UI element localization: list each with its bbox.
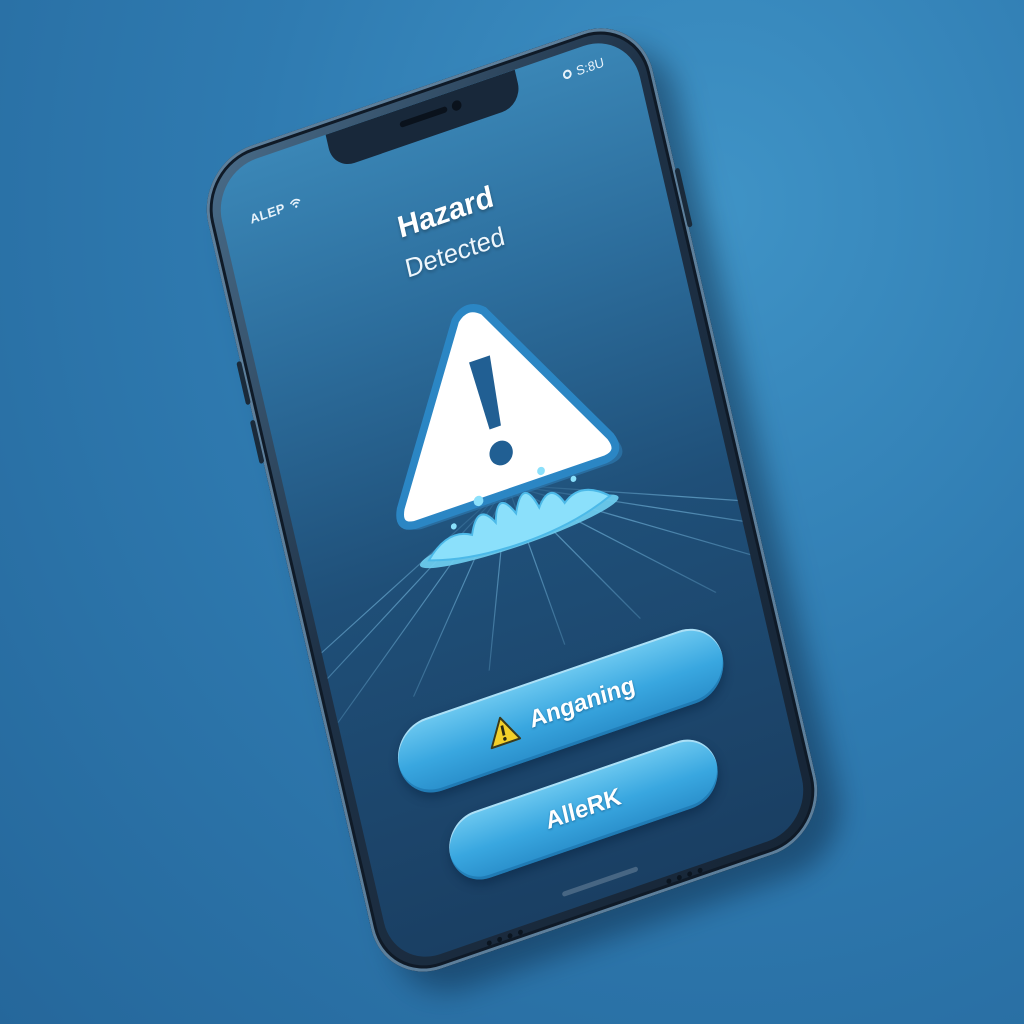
phone: ALEP S:8U Hazard Detected Anganing AlleR…: [194, 12, 853, 1008]
status-left-label: ALEP: [248, 200, 287, 227]
primary-button-label: Anganing: [526, 671, 638, 734]
notch: [325, 69, 523, 171]
status-right-label: S:8U: [574, 54, 606, 79]
status-bar-right: S:8U: [561, 54, 605, 83]
record-icon: [562, 68, 573, 81]
volume-down-button[interactable]: [249, 419, 265, 465]
warning-small-icon: [483, 710, 522, 750]
status-bar-left: ALEP: [249, 195, 303, 227]
background: ALEP S:8U Hazard Detected Anganing AlleR…: [0, 0, 1024, 1024]
volume-up-button[interactable]: [236, 360, 251, 406]
wifi-icon: [288, 195, 303, 214]
screen: ALEP S:8U Hazard Detected Anganing AlleR…: [211, 30, 813, 970]
secondary-button-label: AlleRK: [543, 783, 624, 836]
speaker-grille: [399, 105, 448, 129]
front-camera: [450, 99, 463, 113]
phone-frame: ALEP S:8U Hazard Detected Anganing AlleR…: [194, 12, 830, 988]
home-indicator[interactable]: [561, 866, 639, 898]
